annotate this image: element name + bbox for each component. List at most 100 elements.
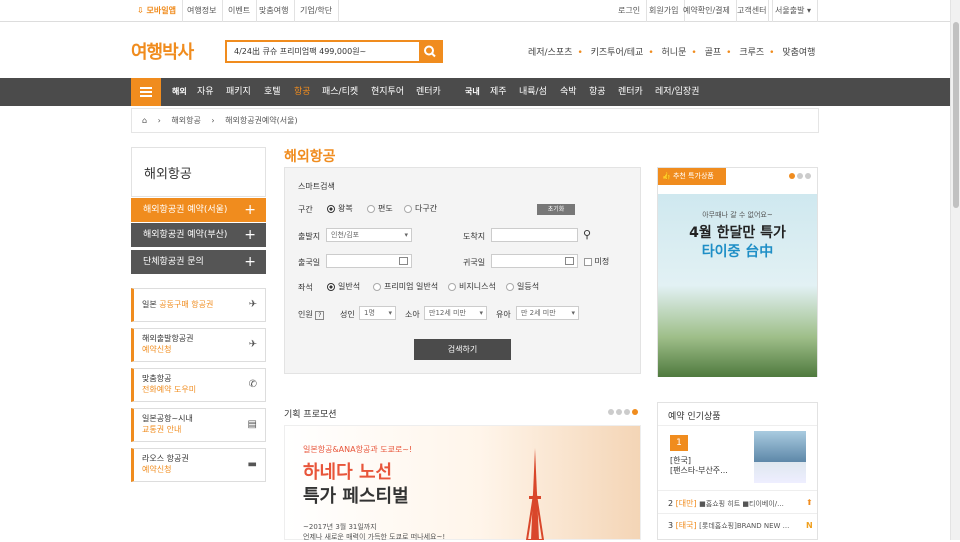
side-menu-seoul[interactable]: 해외항공권 예약(서울) + [131, 198, 266, 222]
nav-free[interactable]: 자유 [197, 78, 214, 106]
carousel-dot[interactable] [608, 409, 614, 415]
nav-leisure[interactable]: 레저/입장권 [655, 78, 699, 106]
golf-link[interactable]: 골프 [705, 48, 722, 58]
nav-rentacar[interactable]: 렌터카 [416, 78, 441, 106]
nav-inland[interactable]: 내륙/섬 [519, 78, 547, 106]
separator-dot: • [648, 48, 654, 58]
calendar-icon[interactable] [399, 257, 408, 265]
nav-air[interactable]: 항공 [294, 78, 311, 106]
card-subtitle: 교통권 안내 [142, 425, 182, 434]
nav-hotel[interactable]: 호텔 [264, 78, 281, 106]
nav-overseas-label: 해외 [172, 87, 187, 96]
carousel-dot[interactable] [805, 173, 811, 179]
nav-domestic-rentacar[interactable]: 렌터카 [618, 78, 643, 106]
side-card-overseas[interactable]: 해외출발항공권 예약신청 ✈ [131, 328, 266, 362]
breadcrumb-item[interactable]: 해외항공 [171, 116, 200, 125]
menu-button[interactable] [131, 78, 161, 106]
oneway-radio[interactable]: 편도 [367, 203, 393, 214]
promo-banner[interactable]: 일본항공&ANA항공과 도쿄로~! 하네다 노선 특가 페스티벌 ~2017년 … [284, 425, 641, 541]
help-icon[interactable]: ? [315, 311, 325, 320]
login-link[interactable]: 로그인 [612, 0, 648, 22]
return-date-input[interactable] [491, 254, 578, 268]
scrollbar-thumb[interactable] [953, 22, 959, 208]
popular-row[interactable]: 2 [대만] ■홈쇼핑 히트 ■티이베이/... [668, 498, 784, 509]
cruise-link[interactable]: 크루즈 [739, 48, 764, 58]
search-icon [424, 45, 436, 58]
carousel-dot[interactable] [624, 409, 630, 415]
depart-label: 출발지 [298, 232, 321, 241]
infant-select[interactable]: 만 2세 미만 [516, 306, 579, 320]
corporate-link[interactable]: 기업/학단 [294, 0, 340, 22]
card-title: 일본공항~시내 [142, 414, 193, 423]
premium-radio[interactable]: 프리미엄 일반석 [373, 281, 438, 292]
carousel-dot[interactable] [616, 409, 622, 415]
card-subtitle: 전화예약 도우미 [142, 385, 197, 394]
popular-item-desc: [롯데홈쇼핑]BRAND NEW ... [699, 522, 790, 530]
reservation-check-link[interactable]: 예약확인/결제 [677, 0, 737, 22]
card-title: 맞춤항공 [142, 374, 172, 383]
nav-domestic-label: 국내 [465, 87, 480, 96]
thumbs-up-icon: 👍 [662, 172, 671, 180]
promo-line5: 언제나 새로운 매력이 가득한 도쿄로 떠나세요~! [303, 533, 446, 541]
category-links: 레저/스포츠 • 키즈투어/테교 • 허니문 • 골프 • 크루즈 • 맞춤여행 [528, 45, 815, 58]
popular-item-name: [태국] [675, 521, 697, 530]
calendar-icon[interactable] [565, 257, 574, 265]
custom-travel-link[interactable]: 맞춤여행 [782, 48, 815, 58]
honeymoon-link[interactable]: 허니문 [662, 48, 687, 58]
carousel-dot[interactable] [632, 409, 638, 415]
business-radio[interactable]: 비지니스석 [448, 281, 496, 292]
search-submit-button[interactable]: 검색하기 [414, 339, 511, 360]
multi-city-radio[interactable]: 다구간 [404, 203, 437, 214]
economy-radio[interactable]: 일반석 [327, 281, 360, 292]
depart-date-input[interactable] [326, 254, 412, 268]
popular-row[interactable]: 3 [태국] [롯데홈쇼핑]BRAND NEW ... [668, 520, 789, 531]
radio-checked-icon [327, 204, 335, 213]
custom-travel-link[interactable]: 맞춤여행 [253, 0, 296, 22]
nav-domestic-air[interactable]: 항공 [589, 78, 606, 106]
phone-icon: ✆ [248, 379, 257, 390]
home-icon[interactable]: ⌂ [142, 116, 147, 125]
page-scrollbar[interactable] [950, 0, 960, 540]
first-radio[interactable]: 일등석 [506, 281, 539, 292]
promo-title: 기획 프로모션 [284, 410, 337, 420]
depart-select[interactable]: 인천/김포 [326, 228, 412, 242]
popular-item-thumbnail[interactable] [754, 431, 806, 483]
reset-button[interactable]: 초기화 [537, 204, 575, 215]
arrive-input[interactable] [491, 228, 578, 242]
nav-pass[interactable]: 패스/티켓 [322, 78, 358, 106]
mobile-app-link[interactable]: ⇩ 모바일앱 [131, 0, 183, 22]
nav-jeju[interactable]: 제주 [490, 78, 507, 106]
radio-icon [404, 204, 412, 213]
departure-select[interactable]: 서울출발 ▾ [768, 0, 818, 22]
event-link[interactable]: 이벤트 [222, 0, 258, 22]
search-button[interactable] [419, 42, 441, 61]
side-card-laos[interactable]: 라오스 항공권 예약신청 ▬ [131, 448, 266, 482]
side-card-custom[interactable]: 맞춤항공전화예약 도우미 ✆ [131, 368, 266, 402]
child-select[interactable]: 만12세 미만 [424, 306, 487, 320]
carousel-dot[interactable] [797, 173, 803, 179]
leisure-link[interactable]: 레저/스포츠 [528, 48, 572, 58]
search-input[interactable] [227, 42, 417, 61]
side-card-transport[interactable]: 일본공항~시내 교통권 안내 ▤ [131, 408, 266, 442]
breadcrumb-item[interactable]: 해외항공권예약(서울) [225, 116, 297, 125]
side-menu-busan[interactable]: 해외항공권 예약(부산) + [131, 223, 266, 247]
popular-products: 예약 인기상품 1 [한국] [팬스타-부산주... 2 [대만] ■홈쇼핑 히… [657, 402, 818, 540]
adult-select[interactable]: 1명 [359, 306, 396, 320]
pax-label-text: 인원 [298, 310, 313, 319]
site-logo[interactable]: 여행박사 [131, 38, 194, 64]
recommend-banner[interactable]: 아무때나 갈 수 없어요~ 4월 한달만 특가 타이중 台中 [658, 194, 817, 377]
travel-info-link[interactable]: 여행정보 [181, 0, 224, 22]
undecided-checkbox[interactable]: 미정 [584, 256, 609, 267]
nav-local-tour[interactable]: 현지투어 [371, 78, 404, 106]
carousel-dot[interactable] [789, 173, 795, 179]
separator-dot: • [726, 48, 732, 58]
search-icon[interactable]: ⚲ [583, 228, 591, 241]
popular-item-desc[interactable]: [팬스타-부산주... [670, 465, 728, 476]
radio-label: 편도 [378, 204, 393, 213]
nav-package[interactable]: 패키지 [226, 78, 251, 106]
side-menu-group[interactable]: 단체항공권 문의 + [131, 250, 266, 274]
kids-tour-link[interactable]: 키즈투어/테교 [591, 48, 644, 58]
roundtrip-radio[interactable]: 왕복 [327, 203, 353, 214]
nav-stay[interactable]: 숙박 [560, 78, 577, 106]
side-card-japan[interactable]: 일본 공동구매 항공권 ✈ [131, 288, 266, 322]
